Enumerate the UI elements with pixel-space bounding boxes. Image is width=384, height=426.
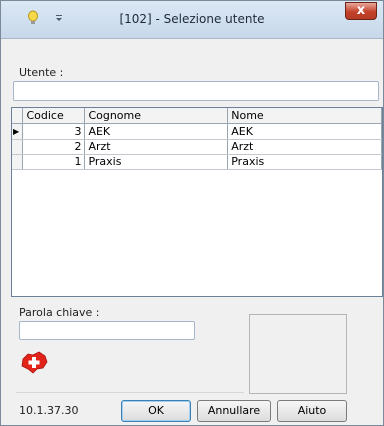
users-grid: Codice Cognome Nome ▶ 3 AEK AEK 2 Arzt A… [11,107,383,297]
row-selector-header [12,108,24,124]
column-header-codice[interactable]: Codice [22,108,86,124]
cell-cognome[interactable]: Praxis [84,154,229,170]
cell-codice[interactable]: 2 [22,139,86,155]
cell-cognome[interactable]: Arzt [84,139,229,155]
table-row[interactable]: ▶ 3 AEK AEK [12,123,382,140]
help-button[interactable]: Aiuto [277,400,347,422]
user-selection-dialog: [102] - Selezione utente x Utente : Codi… [0,0,384,426]
cancel-button[interactable]: Annullare [197,400,271,422]
column-header-cognome[interactable]: Cognome [84,108,229,124]
user-label: Utente : [19,66,64,79]
table-row[interactable]: 1 Praxis Praxis [12,154,382,170]
row-selector[interactable] [12,154,24,170]
current-row-arrow-icon: ▶ [13,126,20,136]
cell-nome[interactable]: Praxis [227,154,382,170]
cell-codice[interactable]: 1 [22,154,86,170]
cell-nome[interactable]: AEK [227,123,382,140]
cell-codice[interactable]: 3 [22,123,86,140]
row-selector[interactable] [12,139,24,155]
window-title: [102] - Selezione utente [119,12,265,26]
column-header-nome[interactable]: Nome [227,108,382,124]
version-label: 10.1.37.30 [19,404,79,417]
keyword-input[interactable] [19,321,195,340]
ok-button[interactable]: OK [121,400,191,422]
users-table: Codice Cognome Nome ▶ 3 AEK AEK 2 Arzt A… [12,108,382,170]
header-row: Codice Cognome Nome [12,108,382,124]
status-divider [16,392,244,393]
cell-nome[interactable]: Arzt [227,139,382,155]
close-icon: x [356,3,366,18]
keyword-label: Parola chiave : [19,306,100,319]
preview-panel [249,314,347,394]
close-button[interactable]: x [345,2,377,20]
title-bar: [102] - Selezione utente x [1,1,383,39]
user-input[interactable] [13,81,379,101]
table-row[interactable]: 2 Arzt Arzt [12,139,382,155]
swiss-cross-logo-icon [19,349,49,375]
row-selector[interactable]: ▶ [12,123,24,140]
cell-cognome[interactable]: AEK [84,123,229,140]
